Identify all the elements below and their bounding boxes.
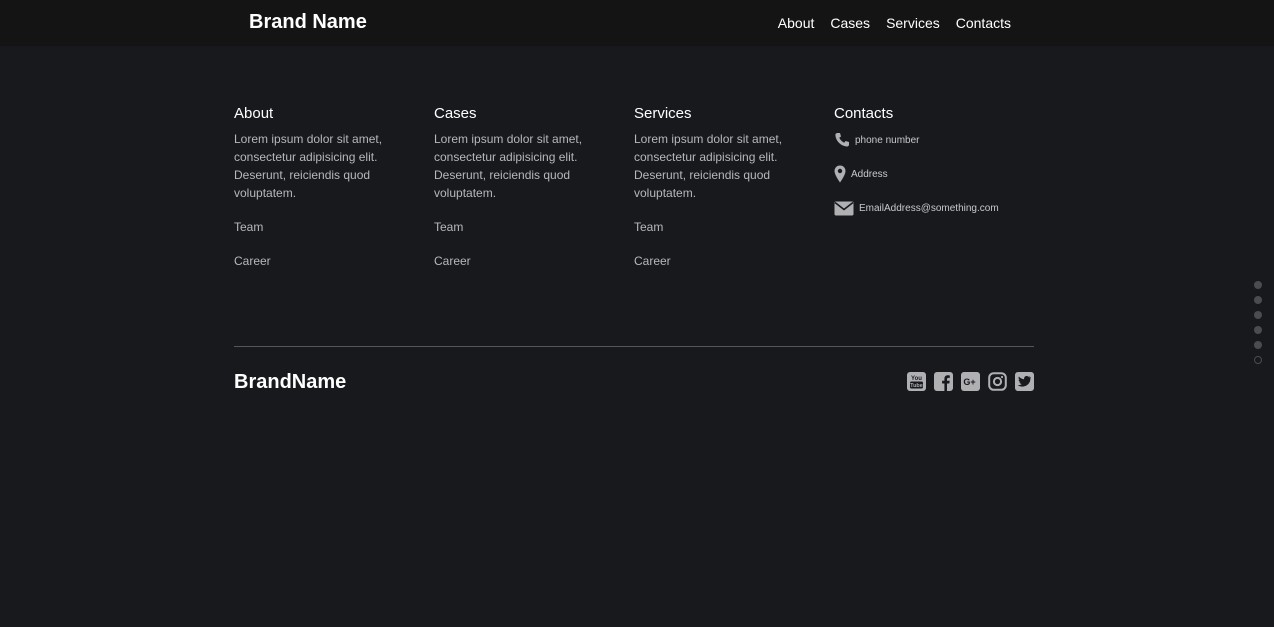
svg-text:G+: G+ [963, 377, 975, 387]
twitter-icon[interactable] [1015, 372, 1034, 391]
column-description: Lorem ipsum dolor sit amet, consectetur … [434, 132, 583, 200]
contact-phone[interactable]: phone number [834, 130, 1034, 150]
section-dot[interactable] [1254, 341, 1262, 349]
footer-divider [234, 346, 1034, 347]
brand-logo[interactable]: Brand Name [249, 11, 367, 34]
column-about: About Lorem ipsum dolor sit amet, consec… [234, 105, 434, 270]
map-pin-icon [834, 165, 846, 183]
page-section-dots [1254, 281, 1262, 364]
column-title: Services [634, 105, 692, 122]
column-description: Lorem ipsum dolor sit amet, consectetur … [634, 132, 783, 200]
nav-link-about[interactable]: About [778, 15, 815, 31]
column-title: Contacts [834, 105, 894, 122]
main-nav: About Cases Services Contacts [778, 15, 1011, 31]
nav-link-contacts[interactable]: Contacts [956, 15, 1011, 31]
section-dot-active[interactable] [1254, 356, 1262, 364]
envelope-icon [834, 201, 854, 216]
column-title: Cases [434, 105, 477, 122]
column-contacts: Contacts phone number Address EmailAddre… [834, 105, 1034, 270]
column-services: Services Lorem ipsum dolor sit amet, con… [634, 105, 834, 270]
address-text: Address [851, 168, 888, 180]
nav-link-services[interactable]: Services [886, 15, 940, 31]
google-plus-icon[interactable]: G+ [961, 372, 980, 391]
column-description: Lorem ipsum dolor sit amet, consectetur … [234, 132, 383, 200]
section-dot[interactable] [1254, 326, 1262, 334]
svg-text:You: You [911, 376, 922, 382]
section-dot[interactable] [1254, 311, 1262, 319]
phone-number-text: phone number [855, 134, 920, 146]
footer-brand[interactable]: BrandName [234, 371, 346, 394]
phone-icon [834, 132, 850, 148]
nav-link-cases[interactable]: Cases [830, 15, 870, 31]
column-title: About [234, 105, 274, 122]
youtube-icon[interactable]: You Tube [907, 372, 926, 391]
team-link[interactable]: Team [634, 218, 834, 236]
social-links: You Tube G+ [907, 372, 1034, 391]
career-link[interactable]: Career [634, 252, 834, 270]
footer-columns: About Lorem ipsum dolor sit amet, consec… [234, 105, 1034, 270]
team-link[interactable]: Team [234, 218, 434, 236]
team-link[interactable]: Team [434, 218, 634, 236]
contact-email[interactable]: EmailAddress@something.com [834, 198, 1034, 218]
career-link[interactable]: Career [234, 252, 434, 270]
career-link[interactable]: Career [434, 252, 634, 270]
section-dot[interactable] [1254, 296, 1262, 304]
facebook-icon[interactable] [934, 372, 953, 391]
section-dot[interactable] [1254, 281, 1262, 289]
top-navbar: Brand Name About Cases Services Contacts [0, 0, 1274, 46]
email-address-text: EmailAddress@something.com [859, 202, 999, 214]
instagram-icon[interactable] [988, 372, 1007, 391]
contact-address[interactable]: Address [834, 164, 1034, 184]
svg-text:Tube: Tube [910, 383, 923, 389]
column-cases: Cases Lorem ipsum dolor sit amet, consec… [434, 105, 634, 270]
